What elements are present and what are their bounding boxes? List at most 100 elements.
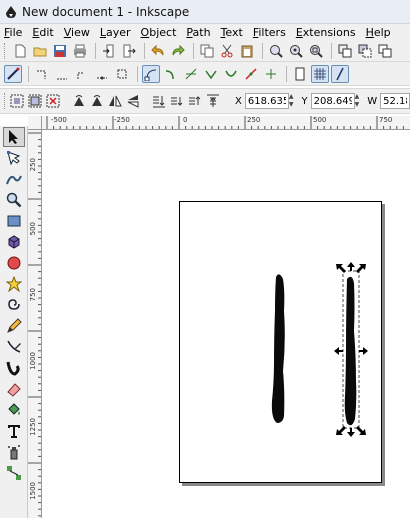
raise-button[interactable] [187,92,203,110]
deselect-button[interactable] [45,92,61,110]
print-button[interactable] [71,42,89,60]
star-tool[interactable] [3,274,25,294]
open-button[interactable] [31,42,49,60]
menu-extensions[interactable]: Extensions [296,26,356,39]
snap-guides-button[interactable] [331,64,349,83]
resize-handle-ne-icon[interactable] [356,264,366,273]
snap-paths-button[interactable] [162,65,180,83]
node-tool[interactable] [3,148,25,168]
snap-bbox-midpoints-button[interactable] [93,65,111,83]
toolbar-separator [137,65,138,82]
y-coordinate-field[interactable] [310,93,355,109]
cut-button[interactable] [218,42,236,60]
menu-file[interactable]: File [4,26,22,39]
save-button[interactable] [51,42,69,60]
new-document-button[interactable] [11,42,29,60]
menu-text[interactable]: Text [221,26,243,39]
resize-handle-s-icon[interactable] [347,428,355,437]
menu-path[interactable]: Path [186,26,210,39]
toolbar-separator [28,65,29,82]
eraser-tool[interactable] [3,379,25,399]
w-label: W [367,95,378,107]
paint-bucket-tool[interactable] [3,400,25,420]
menu-view[interactable]: View [64,26,90,39]
copy-button[interactable] [198,42,216,60]
ellipse-tool[interactable] [3,253,25,273]
drawing-canvas[interactable] [43,131,410,518]
pen-tool[interactable] [3,337,25,357]
redo-button[interactable] [169,42,187,60]
snap-cusp-nodes-button[interactable] [202,65,220,83]
menu-object[interactable]: Object [141,26,177,39]
duplicate-button[interactable] [336,42,354,60]
snap-path-intersections-button[interactable] [182,65,200,83]
menu-filters[interactable]: Filters [253,26,286,39]
3d-box-tool[interactable] [3,232,25,252]
zoom-tool[interactable] [3,190,25,210]
star-icon [6,276,22,292]
paste-button[interactable] [238,42,256,60]
menu-edit[interactable]: Edit [32,26,53,39]
snap-nodes-button[interactable] [142,64,160,83]
import-button[interactable] [100,42,118,60]
toolbar-grip[interactable] [4,42,7,59]
horizontal-ruler[interactable]: -500 -250 0 250 500 750 [42,116,410,130]
rectangle-tool[interactable] [3,211,25,231]
snap-midpoints-button[interactable] [242,65,260,83]
unlink-clone-button[interactable] [376,42,394,60]
export-button[interactable] [120,42,138,60]
tweak-tool[interactable] [3,169,25,189]
resize-handle-w-icon[interactable] [334,347,343,355]
spray-tool[interactable] [3,442,25,462]
snap-midpoints-icon [245,67,257,80]
snap-bbox-corners-button[interactable] [73,65,91,83]
zoom-drawing-button[interactable] [287,42,305,60]
clone-button[interactable] [356,42,374,60]
select-all-button[interactable] [9,92,25,110]
open-folder-icon [33,47,47,56]
enable-snapping-button[interactable] [4,64,22,83]
ruler-label: -500 [51,116,67,124]
connector-tool[interactable] [3,463,25,483]
undo-button[interactable] [149,42,167,60]
brush-stroke[interactable] [271,274,285,423]
flip-horizontal-button[interactable] [107,92,123,110]
magnifier-icon [6,192,22,208]
snap-bbox-button[interactable] [33,65,51,83]
zoom-selection-button[interactable] [267,42,285,60]
lower-to-bottom-button[interactable] [151,92,167,110]
vertical-ruler[interactable]: 250 500 750 1000 1250 1500 [28,130,42,518]
resize-handle-sw-icon[interactable] [336,426,346,435]
snap-object-centers-button[interactable] [262,65,280,83]
text-tool[interactable] [3,421,25,441]
width-field[interactable] [380,93,410,109]
rotate-cw-button[interactable] [89,92,105,110]
snap-grids-button[interactable] [311,64,329,83]
pencil-tool[interactable] [3,316,25,336]
snap-smooth-nodes-button[interactable] [222,65,240,83]
resize-handle-se-icon[interactable] [356,426,366,435]
zoom-page-button[interactable] [307,42,325,60]
selected-brush-stroke[interactable] [344,276,357,426]
menu-help[interactable]: Help [366,26,391,39]
x-coordinate-field[interactable] [244,93,289,109]
resize-handle-n-icon[interactable] [347,262,355,271]
y-spinner[interactable]: ▲ ▼ [355,93,360,109]
menu-layer[interactable]: Layer [100,26,131,39]
spiral-tool[interactable] [3,295,25,315]
lower-button[interactable] [169,92,185,110]
calligraphy-tool[interactable] [3,358,25,378]
select-all-layers-button[interactable] [27,92,43,110]
snap-bbox-centers-button[interactable] [113,65,131,83]
rotate-cw-icon [92,95,102,106]
resize-handle-e-icon[interactable] [359,347,368,355]
toolbar-grip[interactable] [4,93,5,109]
x-spinner[interactable]: ▲ ▼ [289,93,294,109]
snap-page-border-button[interactable] [291,65,309,83]
flip-vertical-button[interactable] [125,92,141,110]
selector-tool[interactable] [3,127,25,147]
snap-bbox-edges-button[interactable] [53,65,71,83]
rotate-ccw-button[interactable] [71,92,87,110]
resize-handle-nw-icon[interactable] [336,264,346,273]
raise-to-top-button[interactable] [205,92,221,110]
